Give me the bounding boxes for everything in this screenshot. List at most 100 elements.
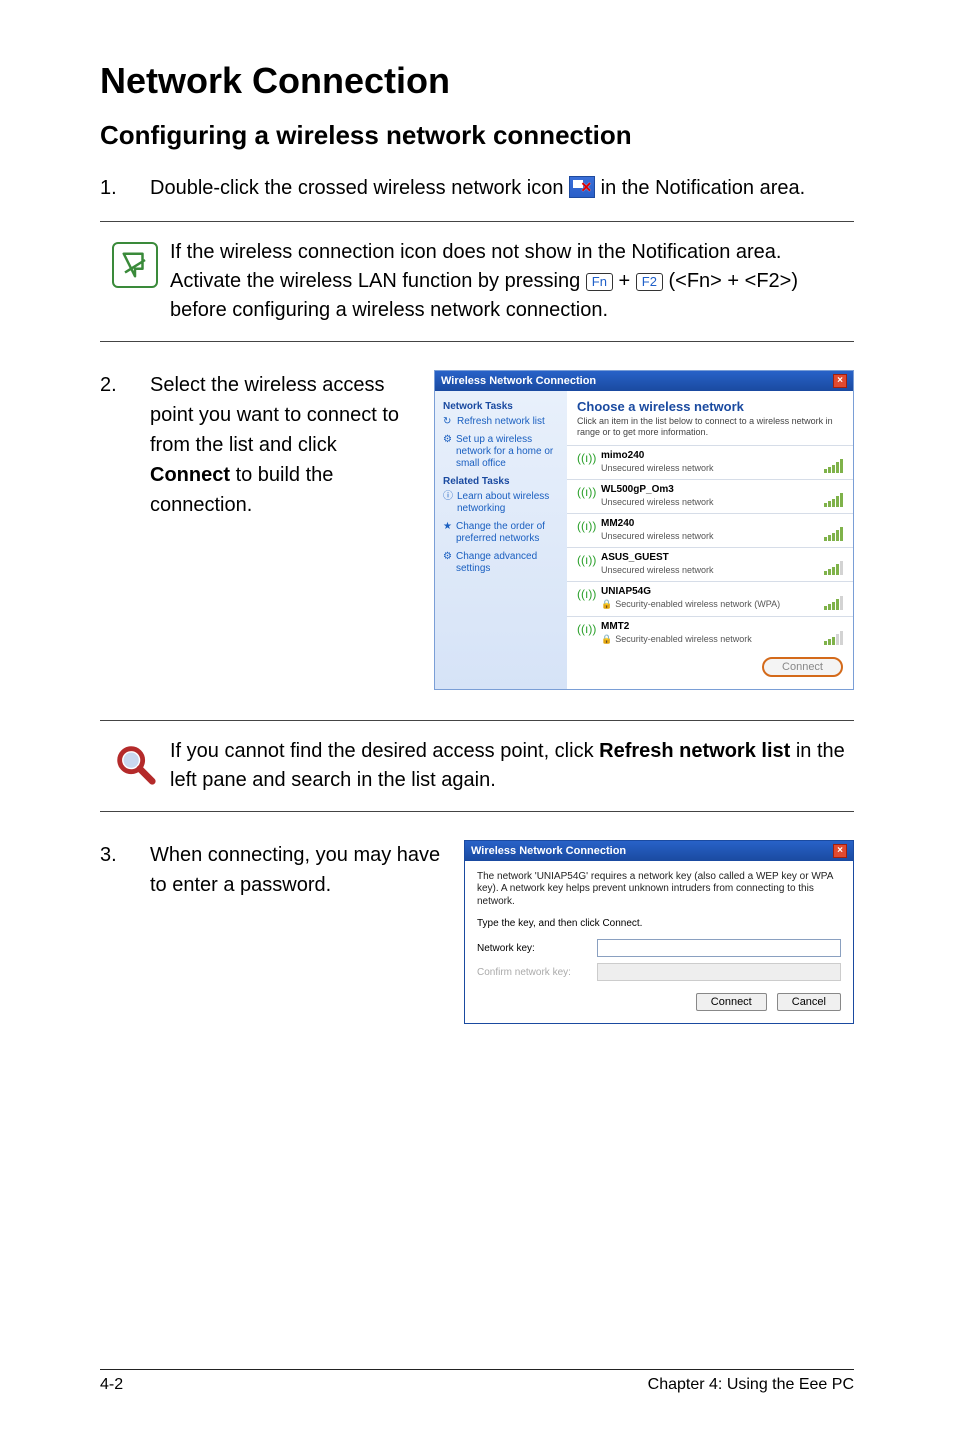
network-item[interactable]: ((ı)) mimo240 Unsecured wireless network	[567, 445, 853, 479]
step-1-text-before: Double-click the crossed wireless networ…	[150, 177, 569, 199]
sidebar-advanced-link[interactable]: ⚙ Change advanced settings	[443, 551, 559, 575]
password-message: The network 'UNIAP54G' requires a networ…	[477, 871, 841, 909]
info-icon: ⓘ	[443, 491, 453, 501]
confirm-key-row: Confirm network key:	[477, 963, 841, 981]
sidebar-advanced-label: Change advanced settings	[456, 551, 559, 575]
network-desc: Unsecured wireless network	[601, 565, 805, 575]
wireless-sidebar: Network Tasks ↻Refresh network list ⚙Set…	[435, 391, 567, 689]
sidebar-refresh-label: Refresh network list	[457, 416, 545, 428]
refresh-icon: ↻	[443, 416, 453, 426]
network-item[interactable]: ((ı)) MMT2 🔒Security-enabled wireless ne…	[567, 616, 853, 651]
sidebar-refresh-link[interactable]: ↻ Refresh network list	[443, 416, 559, 428]
antenna-icon: ((ı))	[577, 484, 593, 499]
wireless-list-titlebar: Wireless Network Connection ×	[435, 371, 853, 391]
tip-text: If you cannot find the desired access po…	[170, 737, 854, 795]
network-name: WL500gP_Om3	[601, 484, 805, 495]
network-key-label: Network key:	[477, 943, 597, 954]
confirm-key-input	[597, 963, 841, 981]
step-3-body: When connecting, you may have to enter a…	[150, 840, 444, 900]
password-instruction: Type the key, and then click Connect.	[477, 918, 841, 929]
network-key-input[interactable]	[597, 939, 841, 957]
footer-chapter: Chapter 4: Using the Eee PC	[648, 1376, 854, 1394]
antenna-icon: ((ı))	[577, 518, 593, 533]
sidebar-setup-label: Set up a wireless network for a home or …	[456, 434, 559, 470]
crossed-wireless-icon	[569, 176, 595, 198]
tip-icon	[112, 741, 158, 787]
sidebar-order-link[interactable]: ★ Change the order of preferred networks	[443, 521, 559, 545]
connect-button[interactable]: Connect	[696, 993, 767, 1011]
gear-icon: ⚙	[443, 551, 452, 561]
signal-icon	[813, 459, 843, 473]
network-key-row: Network key:	[477, 939, 841, 957]
sidebar-learn-label: Learn about wireless networking	[457, 491, 559, 515]
signal-icon	[813, 596, 843, 610]
lock-icon: 🔒	[601, 634, 612, 645]
wireless-list-title: Wireless Network Connection	[441, 375, 596, 387]
step-1: 1. Double-click the crossed wireless net…	[100, 173, 854, 203]
signal-icon	[813, 561, 843, 575]
network-desc: Unsecured wireless network	[601, 497, 805, 507]
network-name: mimo240	[601, 450, 805, 461]
network-name: MMT2	[601, 621, 805, 632]
antenna-icon: ((ı))	[577, 621, 593, 636]
step-2: 2. Select the wireless access point you …	[100, 370, 414, 690]
signal-icon	[813, 631, 843, 645]
antenna-icon: ((ı))	[577, 586, 593, 601]
step-1-text-after: in the Notification area.	[601, 177, 806, 199]
tip-bold: Refresh network list	[599, 740, 790, 762]
lock-icon: 🔒	[601, 599, 612, 610]
wireless-list-window: Wireless Network Connection × Network Ta…	[434, 370, 854, 690]
step-3-number: 3.	[100, 840, 150, 870]
network-item[interactable]: ((ı)) UNIAP54G 🔒Security-enabled wireles…	[567, 581, 853, 616]
password-titlebar: Wireless Network Connection ×	[465, 841, 853, 861]
signal-icon	[813, 527, 843, 541]
network-name: ASUS_GUEST	[601, 552, 805, 563]
step-3: 3. When connecting, you may have to ente…	[100, 840, 444, 1025]
page-title: Network Connection	[100, 60, 854, 102]
footer-page-number: 4-2	[100, 1376, 123, 1394]
signal-icon	[813, 493, 843, 507]
confirm-key-label: Confirm network key:	[477, 967, 597, 978]
antenna-icon: ((ı))	[577, 552, 593, 567]
network-desc: 🔒Security-enabled wireless network (WPA)	[601, 599, 805, 610]
tip-callout: If you cannot find the desired access po…	[100, 720, 854, 812]
setup-icon: ⚙	[443, 434, 452, 444]
note-plus: +	[619, 270, 636, 292]
network-item[interactable]: ((ı)) MM240 Unsecured wireless network	[567, 513, 853, 547]
note-callout: If the wireless connection icon does not…	[100, 221, 854, 342]
network-item[interactable]: ((ı)) ASUS_GUEST Unsecured wireless netw…	[567, 547, 853, 581]
close-icon[interactable]: ×	[833, 844, 847, 858]
wireless-main-subtitle: Click an item in the list below to conne…	[567, 416, 853, 445]
fn-key-icon: Fn	[586, 273, 613, 291]
star-icon: ★	[443, 521, 452, 531]
section-title: Configuring a wireless network connectio…	[100, 120, 854, 151]
sidebar-setup-link[interactable]: ⚙ Set up a wireless network for a home or…	[443, 434, 559, 470]
step-1-number: 1.	[100, 173, 150, 203]
cancel-button[interactable]: Cancel	[777, 993, 841, 1011]
step-2-bold: Connect	[150, 464, 230, 486]
close-icon[interactable]: ×	[833, 374, 847, 388]
note-text: If the wireless connection icon does not…	[170, 238, 854, 325]
network-name: UNIAP54G	[601, 586, 805, 597]
network-item[interactable]: ((ı)) WL500gP_Om3 Unsecured wireless net…	[567, 479, 853, 513]
network-desc-text: Security-enabled wireless network	[615, 634, 752, 644]
f2-key-icon: F2	[636, 273, 663, 291]
network-desc: Unsecured wireless network	[601, 531, 805, 541]
network-desc: Unsecured wireless network	[601, 463, 805, 473]
network-desc-text: Security-enabled wireless network (WPA)	[615, 599, 780, 609]
sidebar-order-label: Change the order of preferred networks	[456, 521, 559, 545]
step-2-number: 2.	[100, 370, 150, 400]
tip-before: If you cannot find the desired access po…	[170, 740, 599, 762]
password-dialog: Wireless Network Connection × The networ…	[464, 840, 854, 1025]
step-2-before: Select the wireless access point you wan…	[150, 374, 399, 456]
connect-button[interactable]: Connect	[762, 657, 843, 677]
note-icon	[112, 242, 158, 288]
sidebar-learn-link[interactable]: ⓘ Learn about wireless networking	[443, 491, 559, 515]
network-name: MM240	[601, 518, 805, 529]
sidebar-related-title: Related Tasks	[443, 476, 559, 487]
antenna-icon: ((ı))	[577, 450, 593, 465]
network-desc: 🔒Security-enabled wireless network	[601, 634, 805, 645]
password-title: Wireless Network Connection	[471, 845, 626, 857]
page-footer: 4-2 Chapter 4: Using the Eee PC	[100, 1369, 854, 1394]
step-2-body: Select the wireless access point you wan…	[150, 370, 414, 520]
